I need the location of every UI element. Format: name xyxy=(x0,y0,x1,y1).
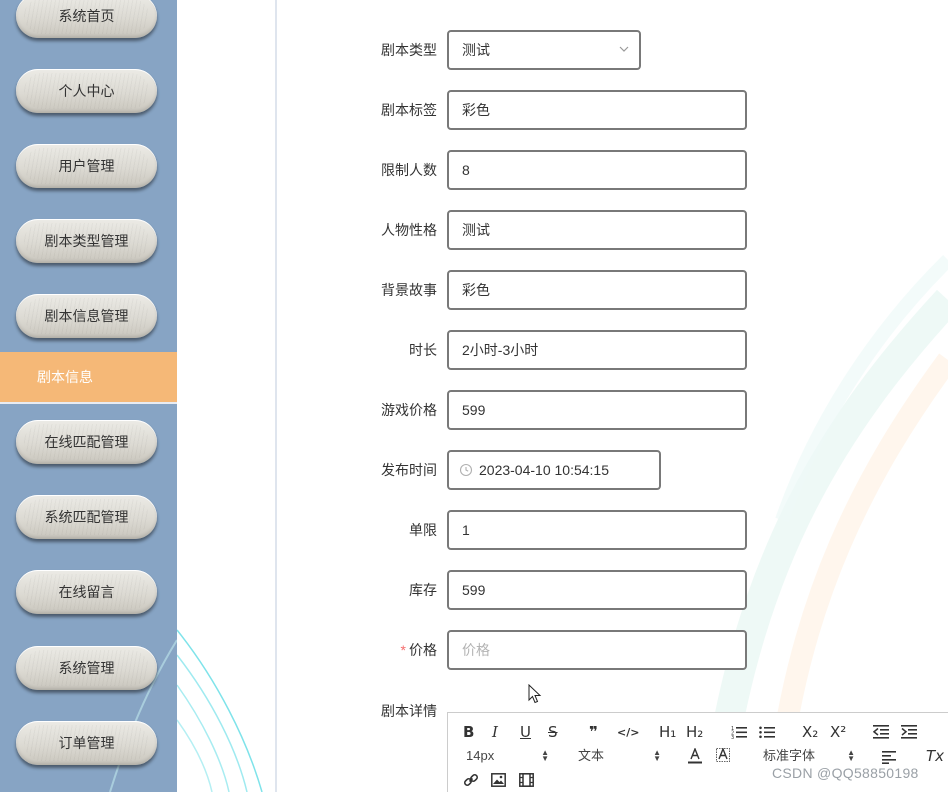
nav-online-match-management[interactable]: 在线匹配管理 xyxy=(16,420,157,464)
required-mark: * xyxy=(400,642,406,658)
single-limit-input[interactable]: 1 xyxy=(447,510,747,550)
game-price-input[interactable]: 599 xyxy=(447,390,747,430)
font-family-select[interactable]: 标准字体 ▲ ▼ xyxy=(763,746,855,766)
code-block-button[interactable]: </> xyxy=(617,723,639,743)
chevron-down-icon xyxy=(619,46,629,52)
font-size-value: 14px xyxy=(466,748,495,763)
ordered-list-icon[interactable]: 123 xyxy=(731,725,747,739)
nav-system-match-label: 系统匹配管理 xyxy=(44,509,129,525)
clock-icon xyxy=(459,463,473,477)
nav-user-management-label: 用户管理 xyxy=(58,158,115,174)
svg-text:3: 3 xyxy=(731,735,734,739)
script-type-label: 剧本类型 xyxy=(381,42,437,58)
game-price-label: 游戏价格 xyxy=(381,402,437,418)
updown-icon: ▲ ▼ xyxy=(653,748,661,763)
heading-1-button[interactable]: H₁ xyxy=(659,722,676,742)
superscript-button[interactable]: X² xyxy=(830,722,846,742)
bullet-list-icon[interactable] xyxy=(759,725,775,739)
block-type-select[interactable]: 文本 ▲ ▼ xyxy=(578,746,661,766)
nav-order-management-label: 订单管理 xyxy=(58,735,115,751)
form-row-script-tag: 剧本标签 彩色 xyxy=(330,90,948,130)
sidebar: 系统首页 个人中心 用户管理 剧本类型管理 剧本信息管理 剧本信息 在线匹配管理… xyxy=(0,0,177,792)
script-tag-input[interactable]: 彩色 xyxy=(447,90,747,130)
align-left-icon[interactable] xyxy=(882,751,898,764)
divider xyxy=(0,402,177,404)
font-size-select[interactable]: 14px ▲ ▼ xyxy=(466,746,549,766)
nav-order-management[interactable]: 订单管理 xyxy=(16,721,157,765)
character-personality-label: 人物性格 xyxy=(381,222,437,238)
script-tag-label: 剧本标签 xyxy=(381,102,437,118)
nav-home[interactable]: 系统首页 xyxy=(16,0,157,38)
block-type-value: 文本 xyxy=(578,748,605,763)
form-row-price: * 价格 xyxy=(330,630,948,670)
nav-home-label: 系统首页 xyxy=(58,8,115,24)
nav-personal-center[interactable]: 个人中心 xyxy=(16,69,157,113)
form-row-single-limit: 单限 1 xyxy=(330,510,948,550)
underline-button[interactable]: U xyxy=(520,722,531,742)
nav-system-management[interactable]: 系统管理 xyxy=(16,646,157,690)
publish-time-picker[interactable]: 2023-04-10 10:54:15 xyxy=(447,450,661,490)
form-row-publish-time: 发布时间 2023-04-10 10:54:15 xyxy=(330,450,948,490)
image-icon[interactable] xyxy=(491,773,506,787)
nav-script-type-management[interactable]: 剧本类型管理 xyxy=(16,219,157,263)
form-row-game-price: 游戏价格 599 xyxy=(330,390,948,430)
player-limit-input[interactable]: 8 xyxy=(447,150,747,190)
single-limit-label: 单限 xyxy=(409,522,437,538)
font-color-icon[interactable] xyxy=(688,748,702,764)
link-icon[interactable] xyxy=(463,772,479,788)
stock-input[interactable]: 599 xyxy=(447,570,747,610)
price-label: * 价格 xyxy=(330,630,437,670)
nav-online-match-label: 在线匹配管理 xyxy=(44,434,129,450)
font-family-value: 标准字体 xyxy=(763,748,816,763)
mouse-cursor-icon xyxy=(528,684,542,704)
publish-time-value: 2023-04-10 10:54:15 xyxy=(479,462,609,478)
form-row-stock: 库存 599 xyxy=(330,570,948,610)
price-label-text: 价格 xyxy=(409,642,437,658)
nav-script-info-management-label: 剧本信息管理 xyxy=(44,308,129,324)
duration-label: 时长 xyxy=(409,342,437,358)
nav-system-management-label: 系统管理 xyxy=(58,660,115,676)
nav-online-message-label: 在线留言 xyxy=(58,584,115,600)
form-row-background-story: 背景故事 彩色 xyxy=(330,270,948,310)
duration-input[interactable]: 2小时-3小时 xyxy=(447,330,747,370)
form-row-script-type: 剧本类型 测试 xyxy=(330,30,948,70)
nav-user-management[interactable]: 用户管理 xyxy=(16,144,157,188)
nav-script-type-management-label: 剧本类型管理 xyxy=(44,233,129,249)
nav-system-match-management[interactable]: 系统匹配管理 xyxy=(16,495,157,539)
nav-script-info-management[interactable]: 剧本信息管理 xyxy=(16,294,157,338)
stock-label: 库存 xyxy=(409,582,437,598)
heading-2-button[interactable]: H₂ xyxy=(686,722,703,742)
background-story-label: 背景故事 xyxy=(381,282,437,298)
nav-online-message[interactable]: 在线留言 xyxy=(16,570,157,614)
script-type-select[interactable]: 测试 xyxy=(447,30,641,70)
video-icon[interactable] xyxy=(519,773,534,787)
italic-button[interactable]: I xyxy=(492,722,498,742)
blockquote-button[interactable]: ❞ xyxy=(589,722,598,742)
background-story-input[interactable]: 彩色 xyxy=(447,270,747,310)
clear-format-button[interactable]: Tx xyxy=(926,746,944,766)
background-color-icon[interactable] xyxy=(716,748,730,764)
outdent-icon[interactable] xyxy=(873,725,889,739)
publish-time-label: 发布时间 xyxy=(381,462,437,478)
character-personality-input[interactable]: 测试 xyxy=(447,210,747,250)
updown-icon: ▲ ▼ xyxy=(541,748,549,763)
price-input[interactable] xyxy=(447,630,747,670)
nav-sub-script-info-label: 剧本信息 xyxy=(37,369,93,385)
indent-icon[interactable] xyxy=(901,725,917,739)
strikethrough-button[interactable]: S xyxy=(548,722,558,742)
form-row-duration: 时长 2小时-3小时 xyxy=(330,330,948,370)
script-type-value: 测试 xyxy=(462,42,490,58)
bold-button[interactable]: B xyxy=(463,722,474,742)
form-row-player-limit: 限制人数 8 xyxy=(330,150,948,190)
player-limit-label: 限制人数 xyxy=(381,162,437,178)
script-detail-label: 剧本详情 xyxy=(381,703,437,719)
subscript-button[interactable]: X₂ xyxy=(802,722,818,742)
nav-personal-center-label: 个人中心 xyxy=(58,83,115,99)
background-decoration xyxy=(177,629,263,792)
nav-sub-script-info[interactable]: 剧本信息 xyxy=(0,352,177,402)
updown-icon: ▲ ▼ xyxy=(847,748,855,763)
form-row-character-personality: 人物性格 测试 xyxy=(330,210,948,250)
watermark: CSDN @QQ58850198 xyxy=(772,765,919,781)
